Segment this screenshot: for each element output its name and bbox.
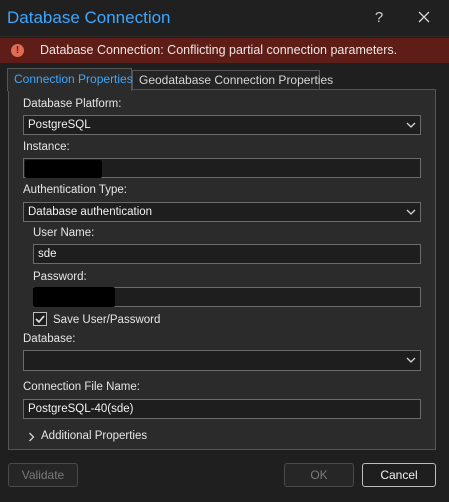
validate-button[interactable]: Validate: [8, 463, 78, 487]
chevron-right-icon: [29, 432, 35, 442]
auth-value: Database authentication: [28, 206, 153, 218]
username-input[interactable]: sde: [33, 244, 421, 264]
save-password-label[interactable]: Save User/Password: [53, 314, 160, 326]
error-banner: ! Database Connection: Conflicting parti…: [0, 38, 449, 63]
cancel-button[interactable]: Cancel: [362, 463, 436, 487]
error-icon: !: [11, 44, 24, 57]
checkmark-icon: [35, 315, 45, 324]
redaction-bar: [33, 287, 115, 307]
chevron-down-icon: [406, 122, 416, 128]
chevron-down-icon: [406, 357, 416, 363]
tab-geodatabase-connection-properties[interactable]: Geodatabase Connection Properties: [132, 70, 333, 90]
save-password-checkbox[interactable]: [33, 312, 47, 326]
close-icon: [418, 11, 430, 23]
tab-connection-properties[interactable]: Connection Properties: [7, 68, 133, 91]
title-bar: Database Connection ?: [0, 0, 449, 37]
connection-properties-panel: [8, 89, 436, 450]
platform-value: PostgreSQL: [28, 119, 91, 131]
chevron-down-icon: [406, 209, 416, 215]
ok-button[interactable]: OK: [284, 463, 354, 487]
close-button[interactable]: [411, 6, 437, 30]
database-label: Database:: [23, 333, 76, 345]
auth-select[interactable]: Database authentication: [23, 202, 421, 222]
filename-label: Connection File Name:: [23, 381, 140, 393]
window-title: Database Connection: [7, 8, 171, 27]
database-select[interactable]: [23, 350, 421, 371]
error-message: Database Connection: Conflicting partial…: [40, 43, 398, 57]
help-button[interactable]: ?: [366, 6, 392, 30]
username-value: sde: [38, 248, 57, 260]
filename-value: PostgreSQL-40(sde): [28, 403, 134, 415]
redaction-bar: [25, 160, 102, 178]
password-label: Password:: [33, 271, 87, 283]
auth-label: Authentication Type:: [23, 184, 127, 196]
username-label: User Name:: [33, 227, 95, 239]
filename-input[interactable]: PostgreSQL-40(sde): [23, 399, 421, 419]
platform-label: Database Platform:: [23, 98, 122, 110]
instance-label: Instance:: [23, 141, 70, 153]
platform-select[interactable]: PostgreSQL: [23, 115, 421, 135]
additional-properties-label: Additional Properties: [41, 430, 148, 442]
